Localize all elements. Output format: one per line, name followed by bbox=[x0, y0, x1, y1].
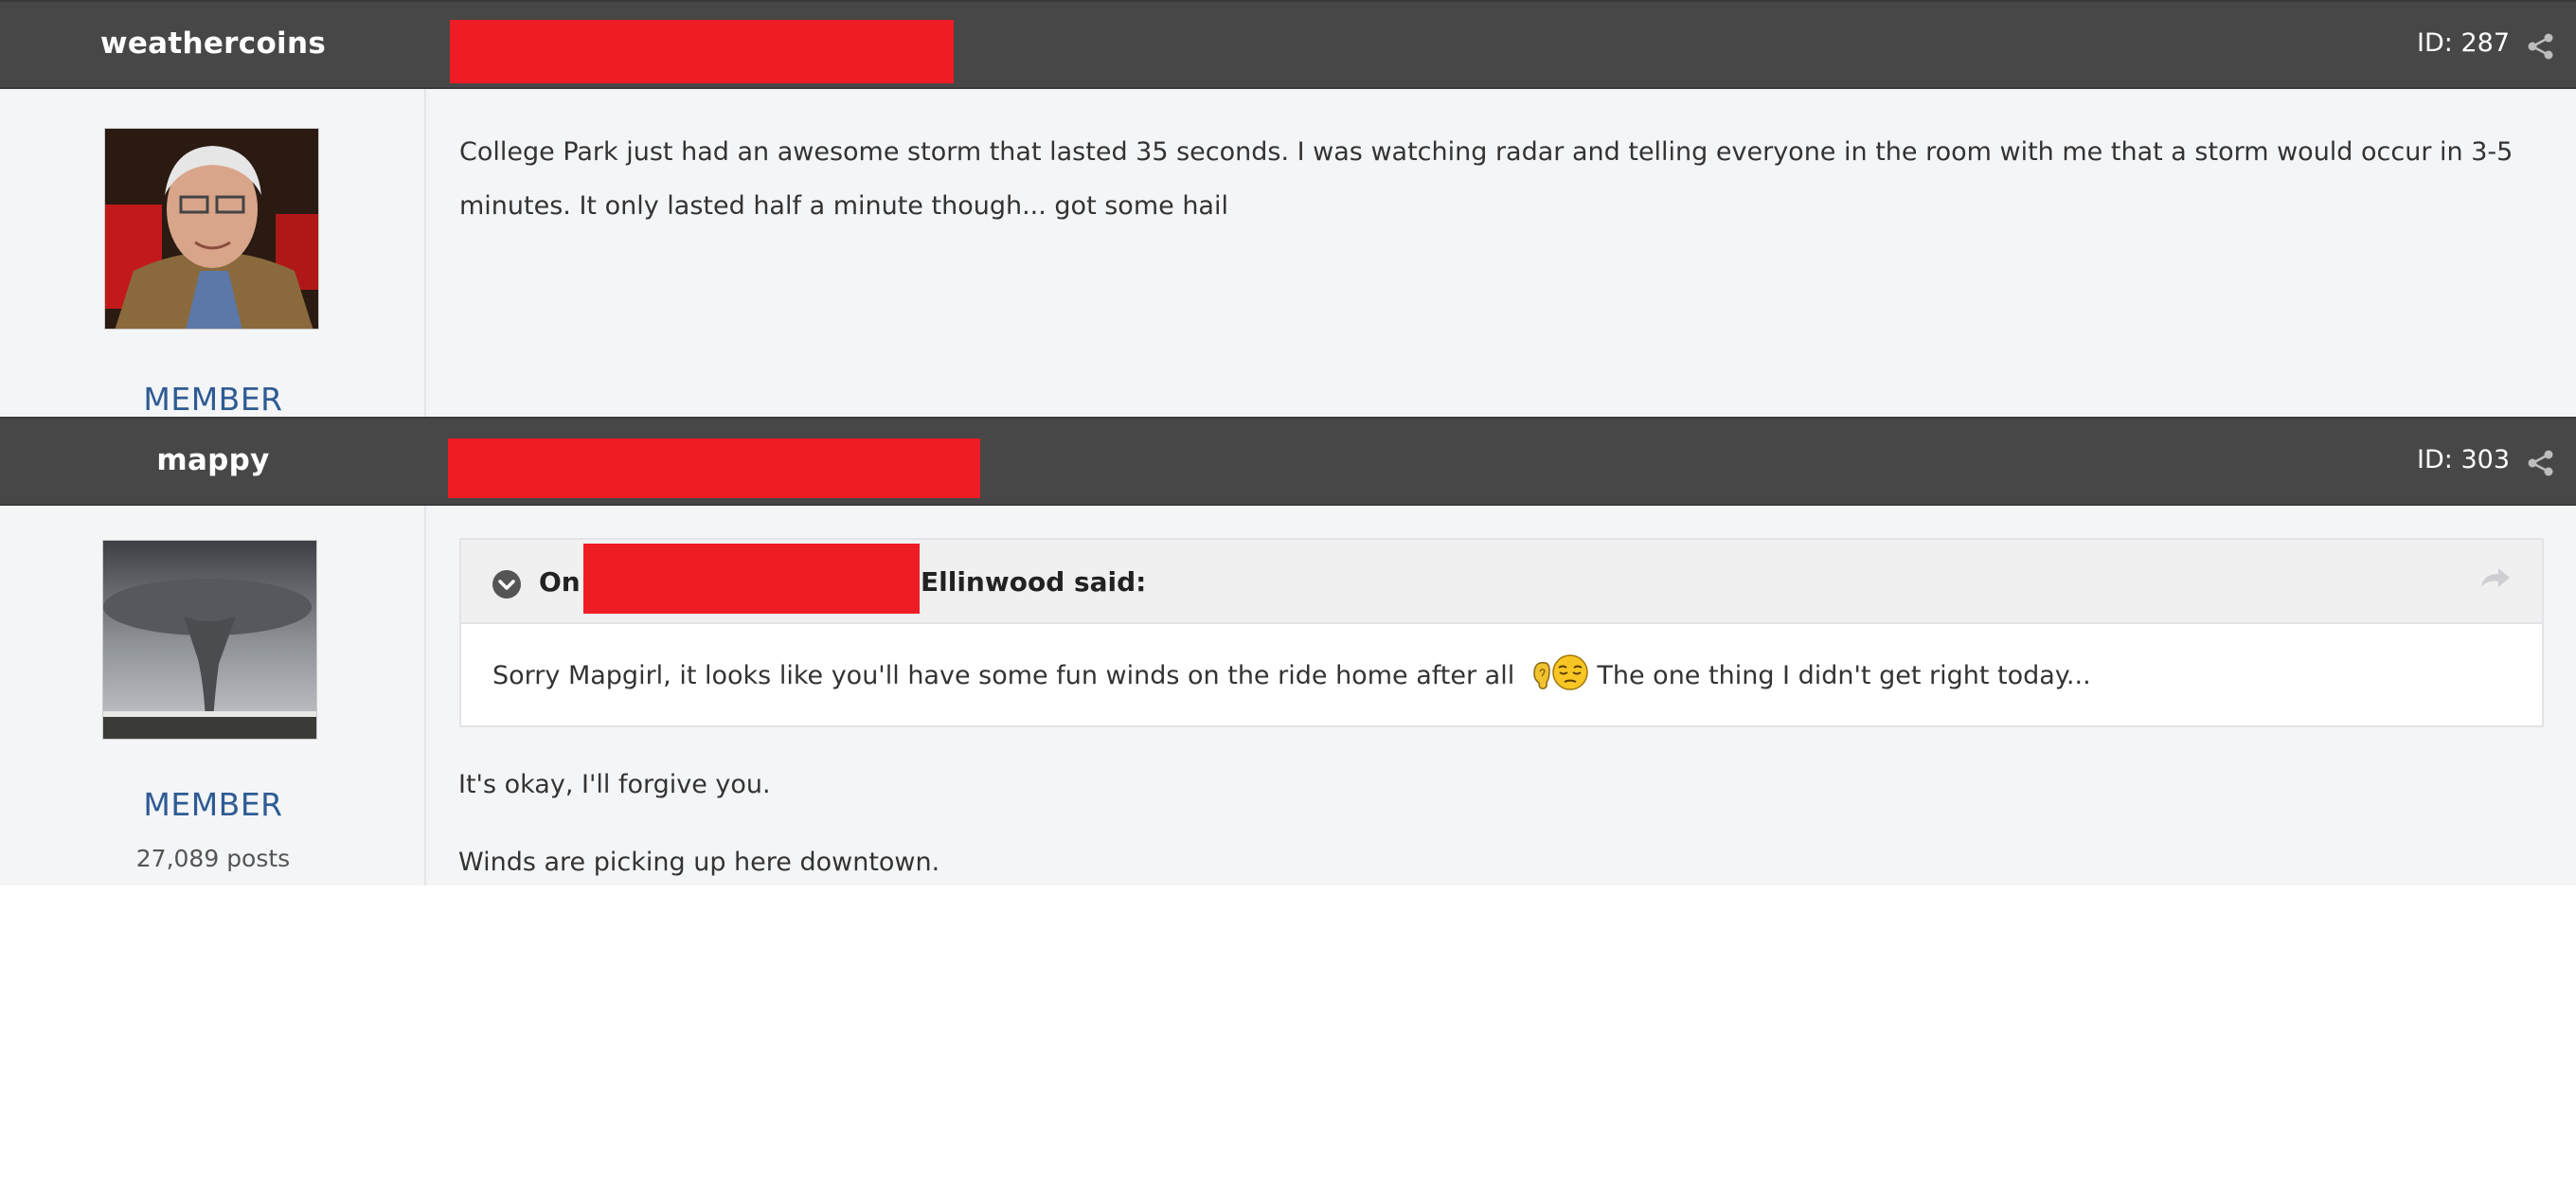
author-name-link[interactable]: mappy bbox=[0, 443, 426, 477]
post-count: 27,089 posts bbox=[135, 845, 291, 872]
post-id-label[interactable]: ID: 303 bbox=[2417, 445, 2510, 474]
post-287: weathercoins ID: 287 MEMBER College Park… bbox=[0, 0, 2576, 418]
post-text-line: It's okay, I'll forgive you. bbox=[458, 770, 771, 799]
quote-text: Sorry Mapgirl, it looks like you'll have… bbox=[492, 653, 2091, 691]
author-name-link[interactable]: weathercoins bbox=[0, 27, 426, 61]
avatar[interactable] bbox=[102, 540, 317, 740]
sleepy-face-emoji-icon bbox=[1552, 654, 1588, 690]
redacted-date-block bbox=[450, 20, 954, 83]
avatar-image bbox=[105, 129, 318, 329]
avatar[interactable] bbox=[104, 128, 319, 330]
post-content: College Park just had an awesome storm t… bbox=[459, 125, 2513, 233]
member-title: MEMBER bbox=[143, 381, 283, 418]
quote-block: On Ellinwood said: Sorry Mapgirl, it loo… bbox=[459, 538, 2544, 727]
post-text-line: College Park just had an awesome storm t… bbox=[459, 137, 2513, 167]
ear-emoji-icon bbox=[1533, 661, 1550, 689]
post-body: MEMBER College Park just had an awesome … bbox=[0, 89, 2576, 418]
quote-header: On Ellinwood said: bbox=[461, 540, 2542, 624]
share-icon[interactable] bbox=[2527, 32, 2555, 61]
author-column: MEMBER 27,089 posts bbox=[0, 506, 426, 885]
post-body: MEMBER 27,089 posts On Ellinwood said: S… bbox=[0, 506, 2576, 885]
post-header: weathercoins ID: 287 bbox=[0, 0, 2576, 89]
chevron-down-icon[interactable] bbox=[492, 569, 522, 599]
post-header: mappy ID: 303 bbox=[0, 417, 2576, 506]
quote-attribution-suffix: Ellinwood said: bbox=[921, 566, 1147, 598]
post-id-label[interactable]: ID: 287 bbox=[2417, 28, 2510, 58]
post-303: mappy ID: 303 MEMBER 27,089 posts On Ell… bbox=[0, 417, 2576, 885]
reply-arrow-icon[interactable] bbox=[2478, 566, 2512, 593]
redacted-quote-author-block bbox=[583, 544, 920, 614]
share-icon[interactable] bbox=[2527, 449, 2555, 477]
quote-text-main: Sorry Mapgirl, it looks like you'll have… bbox=[492, 661, 1515, 690]
redacted-date-block bbox=[448, 438, 980, 498]
member-title: MEMBER bbox=[143, 786, 283, 823]
author-column: MEMBER bbox=[0, 89, 426, 418]
post-text-line: minutes. It only lasted half a minute th… bbox=[459, 191, 1228, 221]
quote-text-tail: The one thing I didn't get right today..… bbox=[1588, 661, 2091, 690]
quote-attribution-prefix: On bbox=[539, 566, 581, 598]
post-content: It's okay, I'll forgive you. Winds are p… bbox=[458, 746, 939, 902]
avatar-image bbox=[103, 541, 316, 739]
post-text-line: Winds are picking up here downtown. bbox=[458, 848, 940, 877]
